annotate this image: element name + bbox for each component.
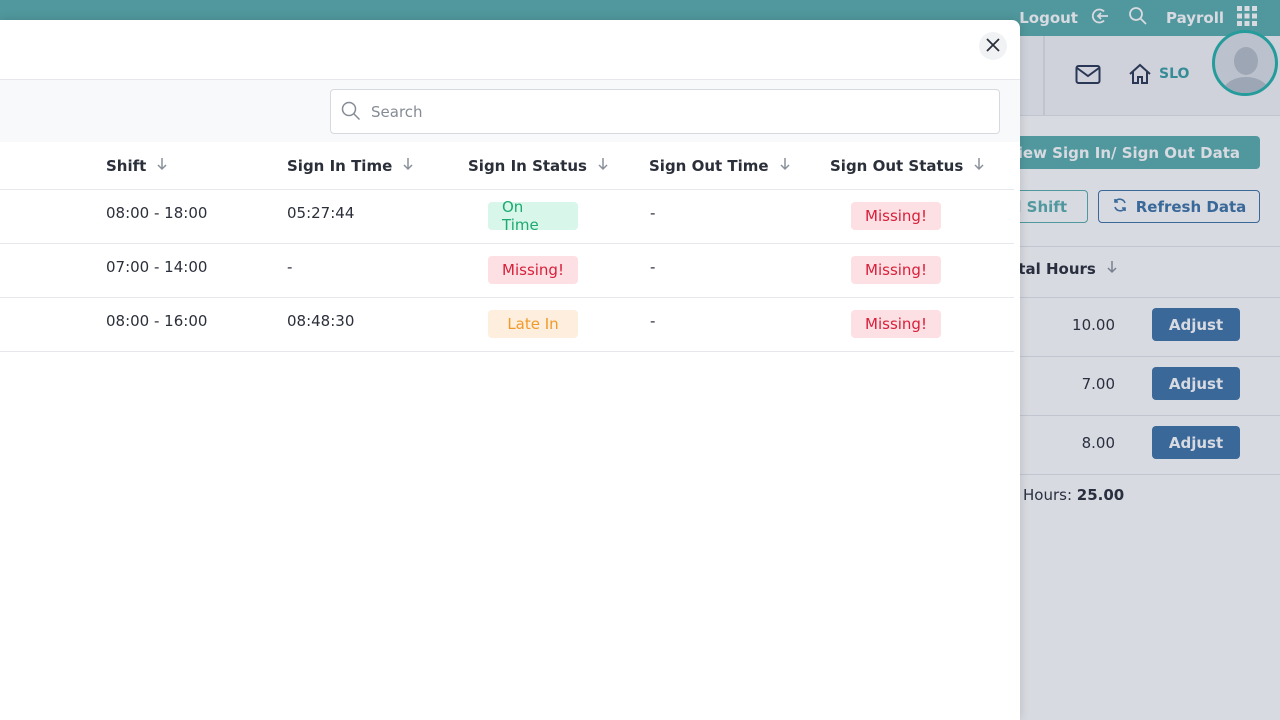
table-row: 08:00 - 16:00 08:48:30 Late In - Missing… [0, 298, 1020, 352]
sort-arrow-icon [779, 157, 791, 175]
sign-out-status-badge: Missing! [851, 310, 941, 338]
column-header-label: Sign In Time [287, 157, 393, 175]
sign-out-time-cell: - [650, 204, 656, 222]
search-area [0, 80, 1020, 142]
sign-in-time-cell: 08:48:30 [287, 312, 355, 330]
sign-in-time-cell: 05:27:44 [287, 204, 355, 222]
sign-in-status-badge: Late In [488, 310, 578, 338]
table-row: 08:00 - 18:00 05:27:44 On Time - Missing… [0, 190, 1020, 244]
column-header-shift[interactable]: Shift [106, 157, 168, 175]
modal-scrollbar-track[interactable] [1014, 160, 1020, 720]
column-header-sign-in-time[interactable]: Sign In Time [287, 157, 414, 175]
column-header-label: Sign Out Time [649, 157, 769, 175]
sort-arrow-icon [597, 157, 609, 175]
shift-cell: 08:00 - 18:00 [106, 204, 208, 222]
sign-out-time-cell: - [650, 312, 656, 330]
sign-out-status-badge: Missing! [851, 256, 941, 284]
table-header-row: Shift Sign In Time Sign In Status Sign O… [0, 142, 1020, 190]
column-header-label: Sign Out Status [830, 157, 964, 175]
sign-in-status-badge: Missing! [488, 256, 578, 284]
table-row: 07:00 - 14:00 - Missing! - Missing! [0, 244, 1020, 298]
column-header-label: Sign In Status [468, 157, 587, 175]
column-header-sign-out-time[interactable]: Sign Out Time [649, 157, 791, 175]
sign-in-sign-out-modal: Shift Sign In Time Sign In Status Sign O… [0, 20, 1020, 720]
close-button[interactable] [979, 32, 1007, 60]
sign-in-time-cell: - [287, 258, 293, 276]
column-header-sign-in-status[interactable]: Sign In Status [468, 157, 609, 175]
sign-out-status-badge: Missing! [851, 202, 941, 230]
search-icon [341, 101, 361, 125]
column-header-label: Shift [106, 157, 147, 175]
sort-arrow-icon [973, 157, 985, 175]
modal-header [0, 20, 1020, 80]
search-input[interactable] [371, 90, 991, 133]
sign-in-status-badge: On Time [488, 198, 578, 234]
shift-cell: 08:00 - 16:00 [106, 312, 208, 330]
search-box[interactable] [330, 89, 1000, 134]
sort-arrow-icon [402, 157, 414, 175]
column-header-sign-out-status[interactable]: Sign Out Status [830, 157, 985, 175]
close-icon [986, 37, 1000, 56]
shift-cell: 07:00 - 14:00 [106, 258, 208, 276]
sort-arrow-icon [156, 157, 168, 175]
sign-out-time-cell: - [650, 258, 656, 276]
